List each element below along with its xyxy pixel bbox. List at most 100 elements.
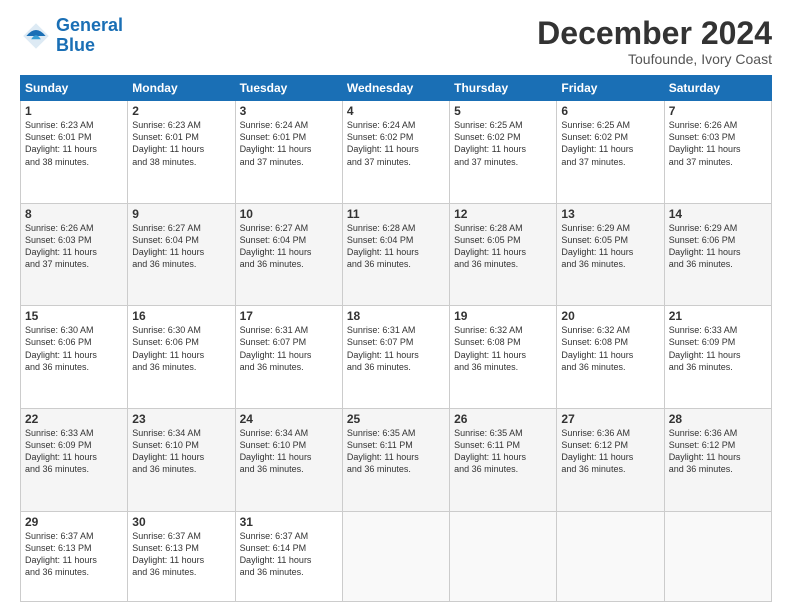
cell-info: Sunrise: 6:29 AM Sunset: 6:05 PM Dayligh… — [561, 222, 659, 271]
cell-info: Sunrise: 6:26 AM Sunset: 6:03 PM Dayligh… — [25, 222, 123, 271]
day-number: 26 — [454, 412, 552, 426]
table-row: 27Sunrise: 6:36 AM Sunset: 6:12 PM Dayli… — [557, 408, 664, 511]
col-friday: Friday — [557, 76, 664, 101]
table-row: 11Sunrise: 6:28 AM Sunset: 6:04 PM Dayli… — [342, 203, 449, 306]
table-row: 10Sunrise: 6:27 AM Sunset: 6:04 PM Dayli… — [235, 203, 342, 306]
day-number: 18 — [347, 309, 445, 323]
table-row: 5Sunrise: 6:25 AM Sunset: 6:02 PM Daylig… — [450, 101, 557, 204]
day-number: 29 — [25, 515, 123, 529]
cell-info: Sunrise: 6:35 AM Sunset: 6:11 PM Dayligh… — [454, 427, 552, 476]
header: General Blue December 2024 Toufounde, Iv… — [20, 16, 772, 67]
day-number: 2 — [132, 104, 230, 118]
calendar: Sunday Monday Tuesday Wednesday Thursday… — [20, 75, 772, 602]
day-number: 8 — [25, 207, 123, 221]
cell-info: Sunrise: 6:30 AM Sunset: 6:06 PM Dayligh… — [132, 324, 230, 373]
col-tuesday: Tuesday — [235, 76, 342, 101]
col-saturday: Saturday — [664, 76, 771, 101]
cell-info: Sunrise: 6:26 AM Sunset: 6:03 PM Dayligh… — [669, 119, 767, 168]
cell-info: Sunrise: 6:37 AM Sunset: 6:14 PM Dayligh… — [240, 530, 338, 579]
cell-info: Sunrise: 6:31 AM Sunset: 6:07 PM Dayligh… — [240, 324, 338, 373]
table-row: 28Sunrise: 6:36 AM Sunset: 6:12 PM Dayli… — [664, 408, 771, 511]
cell-info: Sunrise: 6:28 AM Sunset: 6:05 PM Dayligh… — [454, 222, 552, 271]
table-row: 7Sunrise: 6:26 AM Sunset: 6:03 PM Daylig… — [664, 101, 771, 204]
cell-info: Sunrise: 6:24 AM Sunset: 6:01 PM Dayligh… — [240, 119, 338, 168]
cell-info: Sunrise: 6:34 AM Sunset: 6:10 PM Dayligh… — [240, 427, 338, 476]
col-monday: Monday — [128, 76, 235, 101]
cell-info: Sunrise: 6:32 AM Sunset: 6:08 PM Dayligh… — [454, 324, 552, 373]
table-row: 19Sunrise: 6:32 AM Sunset: 6:08 PM Dayli… — [450, 306, 557, 409]
day-number: 11 — [347, 207, 445, 221]
table-row: 22Sunrise: 6:33 AM Sunset: 6:09 PM Dayli… — [21, 408, 128, 511]
day-number: 27 — [561, 412, 659, 426]
day-number: 22 — [25, 412, 123, 426]
table-row: 9Sunrise: 6:27 AM Sunset: 6:04 PM Daylig… — [128, 203, 235, 306]
title-block: December 2024 Toufounde, Ivory Coast — [537, 16, 772, 67]
cell-info: Sunrise: 6:28 AM Sunset: 6:04 PM Dayligh… — [347, 222, 445, 271]
table-row: 15Sunrise: 6:30 AM Sunset: 6:06 PM Dayli… — [21, 306, 128, 409]
cell-info: Sunrise: 6:25 AM Sunset: 6:02 PM Dayligh… — [454, 119, 552, 168]
logo: General Blue — [20, 16, 123, 56]
day-number: 23 — [132, 412, 230, 426]
table-row: 12Sunrise: 6:28 AM Sunset: 6:05 PM Dayli… — [450, 203, 557, 306]
table-row: 16Sunrise: 6:30 AM Sunset: 6:06 PM Dayli… — [128, 306, 235, 409]
col-wednesday: Wednesday — [342, 76, 449, 101]
day-number: 14 — [669, 207, 767, 221]
cell-info: Sunrise: 6:33 AM Sunset: 6:09 PM Dayligh… — [669, 324, 767, 373]
day-number: 6 — [561, 104, 659, 118]
location: Toufounde, Ivory Coast — [537, 51, 772, 67]
cell-info: Sunrise: 6:36 AM Sunset: 6:12 PM Dayligh… — [561, 427, 659, 476]
day-number: 16 — [132, 309, 230, 323]
day-number: 5 — [454, 104, 552, 118]
day-number: 31 — [240, 515, 338, 529]
table-row: 21Sunrise: 6:33 AM Sunset: 6:09 PM Dayli… — [664, 306, 771, 409]
cell-info: Sunrise: 6:23 AM Sunset: 6:01 PM Dayligh… — [25, 119, 123, 168]
logo-line2: Blue — [56, 35, 95, 55]
cell-info: Sunrise: 6:25 AM Sunset: 6:02 PM Dayligh… — [561, 119, 659, 168]
cell-info: Sunrise: 6:23 AM Sunset: 6:01 PM Dayligh… — [132, 119, 230, 168]
table-row: 17Sunrise: 6:31 AM Sunset: 6:07 PM Dayli… — [235, 306, 342, 409]
cell-info: Sunrise: 6:31 AM Sunset: 6:07 PM Dayligh… — [347, 324, 445, 373]
table-row: 3Sunrise: 6:24 AM Sunset: 6:01 PM Daylig… — [235, 101, 342, 204]
day-number: 15 — [25, 309, 123, 323]
table-row: 20Sunrise: 6:32 AM Sunset: 6:08 PM Dayli… — [557, 306, 664, 409]
table-row: 31Sunrise: 6:37 AM Sunset: 6:14 PM Dayli… — [235, 511, 342, 602]
cell-info: Sunrise: 6:30 AM Sunset: 6:06 PM Dayligh… — [25, 324, 123, 373]
cell-info: Sunrise: 6:33 AM Sunset: 6:09 PM Dayligh… — [25, 427, 123, 476]
logo-icon — [20, 20, 52, 52]
month-title: December 2024 — [537, 16, 772, 51]
day-number: 1 — [25, 104, 123, 118]
header-row: Sunday Monday Tuesday Wednesday Thursday… — [21, 76, 772, 101]
table-row: 13Sunrise: 6:29 AM Sunset: 6:05 PM Dayli… — [557, 203, 664, 306]
day-number: 10 — [240, 207, 338, 221]
table-row: 6Sunrise: 6:25 AM Sunset: 6:02 PM Daylig… — [557, 101, 664, 204]
page: General Blue December 2024 Toufounde, Iv… — [0, 0, 792, 612]
day-number: 25 — [347, 412, 445, 426]
cell-info: Sunrise: 6:36 AM Sunset: 6:12 PM Dayligh… — [669, 427, 767, 476]
logo-line1: General — [56, 15, 123, 35]
day-number: 9 — [132, 207, 230, 221]
table-row — [342, 511, 449, 602]
table-row: 1Sunrise: 6:23 AM Sunset: 6:01 PM Daylig… — [21, 101, 128, 204]
cell-info: Sunrise: 6:34 AM Sunset: 6:10 PM Dayligh… — [132, 427, 230, 476]
table-row — [557, 511, 664, 602]
day-number: 12 — [454, 207, 552, 221]
table-row — [450, 511, 557, 602]
table-row: 30Sunrise: 6:37 AM Sunset: 6:13 PM Dayli… — [128, 511, 235, 602]
cell-info: Sunrise: 6:27 AM Sunset: 6:04 PM Dayligh… — [132, 222, 230, 271]
day-number: 17 — [240, 309, 338, 323]
logo-text: General Blue — [56, 16, 123, 56]
col-sunday: Sunday — [21, 76, 128, 101]
day-number: 28 — [669, 412, 767, 426]
table-row: 24Sunrise: 6:34 AM Sunset: 6:10 PM Dayli… — [235, 408, 342, 511]
table-row: 26Sunrise: 6:35 AM Sunset: 6:11 PM Dayli… — [450, 408, 557, 511]
table-row: 2Sunrise: 6:23 AM Sunset: 6:01 PM Daylig… — [128, 101, 235, 204]
day-number: 30 — [132, 515, 230, 529]
cell-info: Sunrise: 6:32 AM Sunset: 6:08 PM Dayligh… — [561, 324, 659, 373]
day-number: 24 — [240, 412, 338, 426]
table-row: 8Sunrise: 6:26 AM Sunset: 6:03 PM Daylig… — [21, 203, 128, 306]
cell-info: Sunrise: 6:35 AM Sunset: 6:11 PM Dayligh… — [347, 427, 445, 476]
table-row: 29Sunrise: 6:37 AM Sunset: 6:13 PM Dayli… — [21, 511, 128, 602]
table-row: 25Sunrise: 6:35 AM Sunset: 6:11 PM Dayli… — [342, 408, 449, 511]
cell-info: Sunrise: 6:24 AM Sunset: 6:02 PM Dayligh… — [347, 119, 445, 168]
day-number: 7 — [669, 104, 767, 118]
